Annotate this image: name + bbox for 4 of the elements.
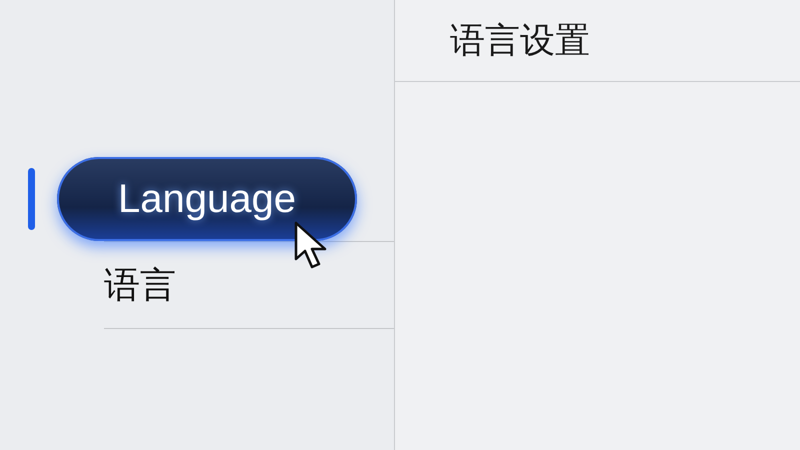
sidebar-item[interactable]: 语言 — [104, 260, 176, 310]
sidebar-item[interactable]: Language — [57, 157, 357, 241]
panel-title: 语言设置 — [450, 20, 590, 62]
selection-indicator — [28, 168, 35, 230]
